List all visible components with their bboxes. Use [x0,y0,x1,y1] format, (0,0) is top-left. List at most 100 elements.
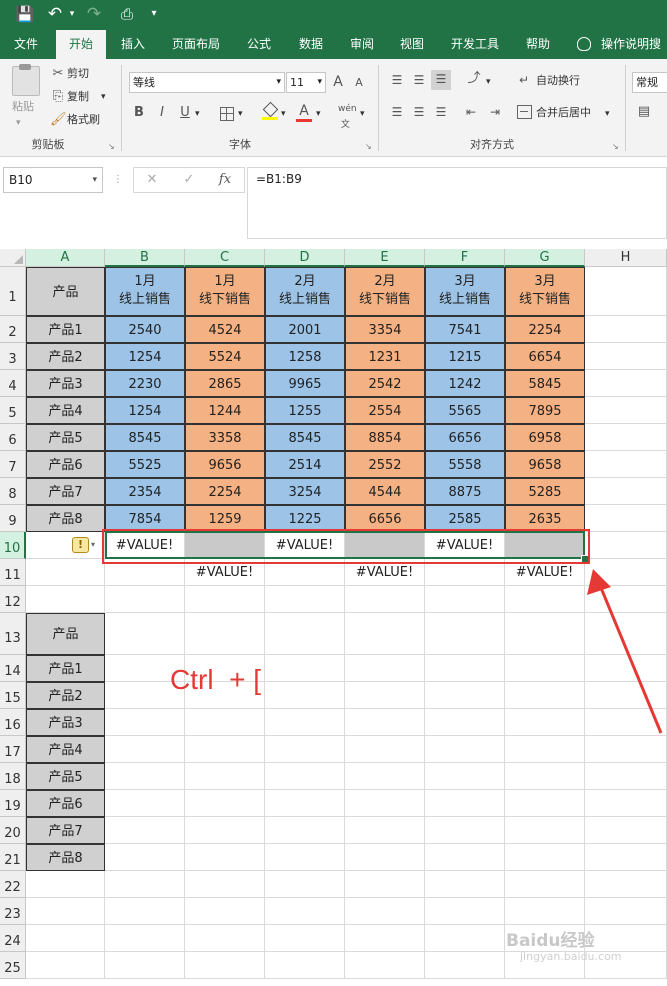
grid-cell[interactable] [425,709,505,736]
sales-value-cell[interactable]: 1255 [265,397,345,424]
format-painter-button[interactable]: 格式刷 [67,112,100,128]
grid-cell[interactable] [585,370,667,397]
lower-product-cell[interactable]: 产品3 [26,709,105,736]
grid-cell[interactable] [26,586,105,613]
copy-dropdown-icon[interactable]: ▾ [101,89,106,105]
grid-cell[interactable] [26,898,105,925]
row-header-16[interactable]: 16 [0,709,26,736]
product-name-cell[interactable]: 产品5 [26,424,105,451]
row-header-18[interactable]: 18 [0,763,26,790]
orientation-icon[interactable]: ⤴ [464,70,484,88]
grid-cell[interactable] [425,844,505,871]
grid-cell[interactable] [505,709,585,736]
sales-value-cell[interactable]: 6656 [345,505,425,532]
product-name-cell[interactable]: 产品7 [26,478,105,505]
grid-cell[interactable] [185,586,265,613]
grid-cell[interactable] [505,655,585,682]
font-color-icon[interactable]: A [296,102,312,122]
table-header-cell[interactable]: 3月 线下销售 [505,267,585,316]
align-left-icon[interactable]: ☰ [388,103,406,121]
grid-cell[interactable] [345,790,425,817]
tab-view[interactable]: 视图 [391,30,433,59]
grid-cell[interactable] [585,871,667,898]
sales-value-cell[interactable]: 2254 [505,316,585,343]
grid-cell[interactable] [425,655,505,682]
row-header-23[interactable]: 23 [0,898,26,925]
sales-value-cell[interactable]: 2001 [265,316,345,343]
sales-value-cell[interactable]: 8875 [425,478,505,505]
font-color-dropdown-icon[interactable]: ▾ [316,106,321,122]
cut-button[interactable]: 剪切 [67,66,89,82]
sales-value-cell[interactable]: 2542 [345,370,425,397]
grid-cell[interactable] [585,316,667,343]
grid-cell[interactable] [505,682,585,709]
insert-function-icon[interactable]: fx [216,171,234,189]
italic-button[interactable]: I [155,104,169,122]
tab-home[interactable]: 开始 [56,30,106,59]
grid-cell[interactable] [105,709,185,736]
sales-value-cell[interactable]: 1215 [425,343,505,370]
tab-developer[interactable]: 开发工具 [444,30,506,59]
cancel-icon[interactable]: ✕ [143,171,161,189]
sales-value-cell[interactable]: 1259 [185,505,265,532]
sales-value-cell[interactable]: 5558 [425,451,505,478]
grid-cell[interactable] [345,817,425,844]
grid-cell[interactable] [345,709,425,736]
tab-review[interactable]: 审阅 [341,30,383,59]
grid-cell[interactable] [505,586,585,613]
orientation-dropdown-icon[interactable]: ▾ [486,74,491,90]
grid-cell[interactable] [105,844,185,871]
column-header-a[interactable]: A [26,249,105,267]
grid-cell[interactable] [185,952,265,979]
sales-value-cell[interactable]: 2865 [185,370,265,397]
grid-cell[interactable] [105,790,185,817]
sales-value-cell[interactable]: 1244 [185,397,265,424]
row-header-22[interactable]: 22 [0,871,26,898]
sales-value-cell[interactable]: 4544 [345,478,425,505]
tell-me-search[interactable]: 操作说明搜 [601,30,667,59]
product-name-cell[interactable]: 产品2 [26,343,105,370]
grid-cell[interactable] [425,952,505,979]
grid-cell[interactable] [265,709,345,736]
sales-value-cell[interactable]: 2514 [265,451,345,478]
grid-cell[interactable] [345,925,425,952]
sales-value-cell[interactable]: 9658 [505,451,585,478]
row-header-7[interactable]: 7 [0,451,26,478]
align-middle-icon[interactable]: ☰ [410,71,428,89]
sales-value-cell[interactable]: 5565 [425,397,505,424]
row-header-1[interactable]: 1 [0,267,26,316]
merge-center-icon[interactable] [517,105,532,119]
lower-product-cell[interactable]: 产品8 [26,844,105,871]
grid-cell[interactable] [425,925,505,952]
row-header-15[interactable]: 15 [0,682,26,709]
touch-mode-icon[interactable]: ⎙ [117,4,137,24]
grid-cell[interactable] [265,952,345,979]
row-header-5[interactable]: 5 [0,397,26,424]
row-header-9[interactable]: 9 [0,505,26,532]
bold-button[interactable]: B [132,104,146,122]
grid-cell[interactable] [425,613,505,655]
sales-value-cell[interactable]: 5285 [505,478,585,505]
row-header-12[interactable]: 12 [0,586,26,613]
paste-icon[interactable] [12,64,40,96]
grid-cell[interactable] [345,655,425,682]
tab-file[interactable]: 文件 [6,30,46,59]
row-header-20[interactable]: 20 [0,817,26,844]
number-format-select[interactable]: 常规 [632,72,667,93]
grid-cell[interactable] [26,871,105,898]
column-header-h[interactable]: H [585,249,667,267]
column-header-b[interactable]: B [105,249,185,267]
table-header-cell[interactable]: 2月 线下销售 [345,267,425,316]
product-name-cell[interactable]: 产品3 [26,370,105,397]
copy-icon[interactable]: ⎘ [50,88,66,106]
product-name-cell[interactable]: 产品8 [26,505,105,532]
shrink-font-icon[interactable]: A [353,74,365,92]
grid-cell[interactable] [105,952,185,979]
grid-cell[interactable] [185,613,265,655]
sales-value-cell[interactable]: 8545 [265,424,345,451]
row-header-24[interactable]: 24 [0,925,26,952]
sales-value-cell[interactable]: 2585 [425,505,505,532]
name-box[interactable]: B10 ▾ [3,167,103,193]
decrease-indent-icon[interactable]: ⇤ [462,103,480,121]
underline-dropdown-icon[interactable]: ▾ [195,106,200,122]
